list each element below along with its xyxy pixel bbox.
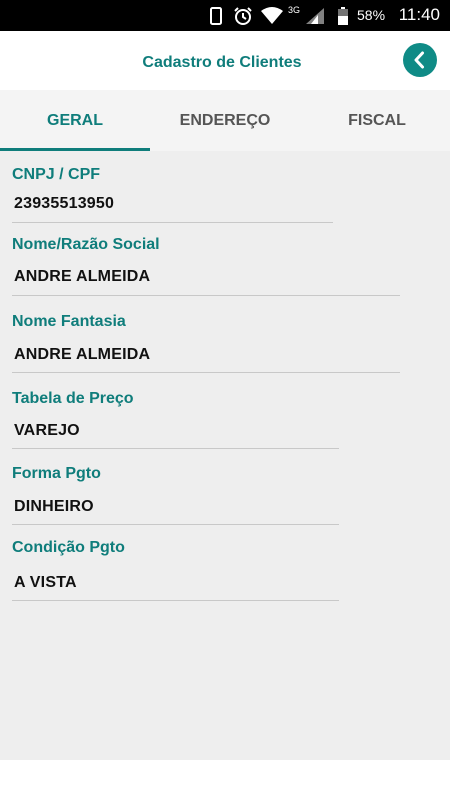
divider — [12, 600, 339, 601]
bottom-area — [0, 760, 450, 800]
alarm-icon — [232, 0, 254, 31]
cnpj-cpf-field[interactable]: 23935513950 — [14, 195, 114, 213]
razao-social-field[interactable]: ANDRE ALMEIDA — [14, 268, 150, 286]
divider — [12, 448, 339, 449]
chevron-left-icon — [410, 50, 430, 70]
back-button[interactable] — [403, 43, 437, 77]
nome-fantasia-label: Nome Fantasia — [12, 313, 126, 330]
signal-icon — [303, 0, 327, 31]
forma-pgto-field[interactable]: DINHEIRO — [14, 498, 94, 516]
phone-icon — [209, 0, 223, 31]
tabela-preco-field[interactable]: VAREJO — [14, 422, 80, 440]
tab-bar: GERAL ENDEREÇO FISCAL — [0, 90, 450, 151]
page-title: Cadastro de Clientes — [142, 54, 302, 71]
tabela-preco-label: Tabela de Preço — [12, 390, 134, 407]
divider — [12, 222, 333, 223]
tab-geral[interactable]: GERAL — [0, 90, 150, 151]
tab-endereco[interactable]: ENDEREÇO — [150, 90, 300, 151]
app-header: Cadastro de Clientes — [0, 31, 450, 90]
tab-fiscal[interactable]: FISCAL — [300, 90, 450, 151]
battery-icon — [336, 0, 350, 31]
cnpj-cpf-label: CNPJ / CPF — [12, 166, 101, 183]
condicao-pgto-field[interactable]: A VISTA — [14, 574, 77, 592]
forma-pgto-label: Forma Pgto — [12, 465, 101, 482]
client-form: CNPJ / CPF 23935513950 Nome/Razão Social… — [0, 151, 450, 760]
network-type: 3G — [288, 5, 301, 15]
divider — [12, 524, 339, 525]
divider — [12, 295, 400, 296]
nome-fantasia-field[interactable]: ANDRE ALMEIDA — [14, 346, 150, 364]
condicao-pgto-label: Condição Pgto — [12, 539, 125, 556]
tab-fiscal-label: FISCAL — [348, 111, 406, 129]
clock: 11:40 — [398, 5, 440, 24]
status-bar: 3G 58% 11:40 — [0, 0, 450, 31]
wifi-icon — [259, 0, 285, 31]
battery-level: 58% — [357, 7, 386, 23]
divider — [12, 372, 400, 373]
razao-social-label: Nome/Razão Social — [12, 236, 160, 253]
